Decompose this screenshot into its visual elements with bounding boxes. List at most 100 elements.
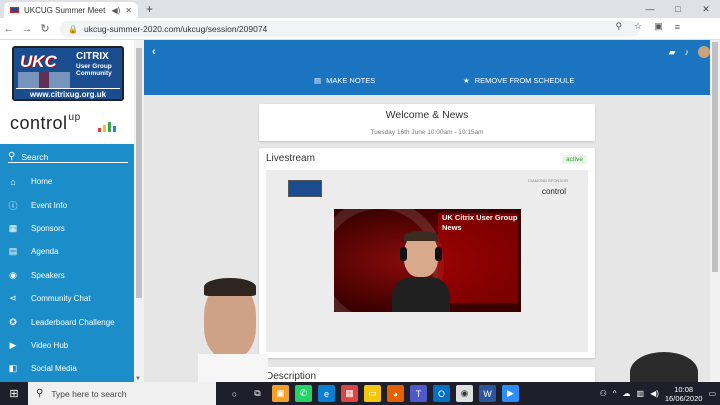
firefox-icon[interactable]: ◕	[387, 385, 404, 402]
description-card: Description	[259, 367, 595, 382]
sidebar-scrollbar-thumb[interactable]	[136, 48, 142, 298]
content-scrollbar-thumb[interactable]	[712, 42, 718, 272]
sidebar-item-social-media[interactable]: ◧ Social Media	[0, 357, 134, 380]
volume-icon[interactable]: ◀)	[650, 389, 659, 398]
livestream-video[interactable]: DIAMOND SPONSOR control UK Citrix User G…	[266, 170, 588, 352]
teams-icon[interactable]: T	[410, 385, 427, 402]
system-tray: ⚇ ^ ☁ ▥ ◀) 10:08 16/06/2020 ▭	[600, 382, 716, 405]
topbar-icons: ▰ ♪	[669, 46, 710, 58]
search-icon: ⚲	[8, 151, 16, 162]
taskbar-search[interactable]: ⚲ Type here to search	[28, 382, 216, 405]
windows-taskbar: ⊞ ⚲ Type here to search ○ ⧉ ▣ ✆ e ▦ ▭ ◕ …	[0, 382, 720, 405]
address-bar[interactable]: 🔒 ukcug-summer-2020.com/ukcug/session/20…	[60, 21, 640, 37]
gift-icon[interactable]: ▦	[341, 385, 358, 402]
video-sponsor-logo: control	[541, 187, 566, 196]
back-arrow-icon[interactable]: ←	[0, 23, 18, 35]
sidebar-item-agenda[interactable]: ▤ Agenda	[0, 240, 134, 263]
taskbar-clock[interactable]: 10:08 16/06/2020	[665, 385, 703, 403]
session-date: Tuesday 16th June 10:00am - 10:15am	[370, 129, 484, 136]
folder-icon[interactable]: ▭	[364, 385, 381, 402]
outlook-icon[interactable]: O	[433, 385, 450, 402]
speaker-icon[interactable]: ◀)	[111, 6, 120, 15]
bell-icon[interactable]: ♪	[685, 47, 690, 57]
make-notes-button[interactable]: ▤ MAKE NOTES	[314, 76, 375, 85]
content-scrollbar[interactable]	[710, 40, 720, 382]
ukcug-logo[interactable]: UKC CITRIX User Group Community www.citr…	[12, 46, 124, 101]
zoom-icon[interactable]: ▶	[502, 385, 519, 402]
note-icon: ▤	[314, 76, 322, 85]
sidebar-item-community-chat[interactable]: ⋖ Community Chat	[0, 287, 134, 310]
presenter-hair	[404, 231, 438, 241]
share-icon: ⋖	[9, 293, 17, 304]
store-icon[interactable]: ▣	[272, 385, 289, 402]
session-header-card: Welcome & News Tuesday 16th June 10:00am…	[259, 104, 595, 141]
address-url[interactable]: ukcug-summer-2020.com/ukcug/session/2090…	[84, 24, 267, 34]
taskbar-search-placeholder[interactable]: Type here to search	[51, 389, 126, 399]
word-icon[interactable]: W	[479, 385, 496, 402]
maximize-button[interactable]: □	[664, 0, 692, 18]
close-window-button[interactable]: ✕	[692, 0, 720, 18]
browser-toolbar: ← → ↻ 🔒 ukcug-summer-2020.com/ukcug/sess…	[0, 18, 720, 53]
tab-favicon-icon	[10, 7, 19, 13]
chat-icon[interactable]: ▰	[669, 47, 676, 58]
status-badge: active	[562, 155, 587, 164]
windows-start-icon[interactable]: ⊞	[0, 387, 28, 400]
extension-icon[interactable]: ▣	[654, 21, 663, 32]
taskbar-apps: ○ ⧉ ▣ ✆ e ▦ ▭ ◕ T O ◉ W ▶	[226, 385, 519, 402]
controlup-bars-icon	[98, 122, 116, 132]
close-tab-icon[interactable]: ✕	[125, 6, 132, 15]
people-icon[interactable]: ⚇	[600, 389, 607, 398]
window-controls: — □ ✕	[636, 0, 720, 18]
sidebar-item-label: Leaderboard Challenge	[31, 317, 115, 327]
sidebar-item-sponsors[interactable]: ▦ Sponsors	[0, 217, 134, 240]
task-view-icon[interactable]: ⧉	[249, 385, 266, 402]
sidebar-search[interactable]: ⚲ Search	[8, 151, 128, 163]
sidebar-item-event-info[interactable]: ⓘ Event Info	[0, 193, 134, 216]
speaker-icon: ◉	[9, 269, 17, 280]
network-icon[interactable]: ▥	[637, 389, 645, 398]
chrome-icon[interactable]: ◉	[456, 385, 473, 402]
controlup-logo[interactable]: controlup	[10, 112, 80, 134]
lock-icon[interactable]: 🔒	[68, 25, 78, 34]
whatsapp-icon[interactable]: ✆	[295, 385, 312, 402]
sidebar-logo-area: UKC CITRIX User Group Community www.citr…	[0, 40, 134, 144]
studio-title: UK Citrix User Group News	[442, 213, 518, 232]
ukcug-logo-subtitle: User Group Community	[76, 63, 112, 77]
edge-icon[interactable]: e	[318, 385, 335, 402]
sidebar-item-home[interactable]: ⌂ Home	[0, 170, 134, 193]
remove-from-schedule-button[interactable]: ★ REMOVE FROM SCHEDULE	[463, 76, 574, 85]
search-label[interactable]: Search	[21, 152, 48, 162]
onedrive-icon[interactable]: ☁	[623, 389, 631, 398]
reload-icon[interactable]: ↻	[36, 22, 54, 35]
minimize-button[interactable]: —	[636, 0, 664, 18]
calendar-icon: ▤	[8, 246, 18, 257]
notifications-icon[interactable]: ▭	[708, 389, 716, 398]
sidebar-item-video-hub[interactable]: ▶ Video Hub	[0, 334, 134, 357]
session-topbar: ‹ ▰ ♪ ▤ MAKE NOTES ★ REMOVE FROM SCHEDUL…	[144, 40, 720, 95]
union-flag-graphic	[18, 72, 70, 89]
media-icon[interactable]: ≡	[675, 22, 680, 32]
star-icon: ★	[463, 76, 470, 85]
home-icon: ⌂	[10, 176, 16, 187]
new-tab-button[interactable]: +	[146, 2, 153, 16]
zoom-icon[interactable]: ⚲	[616, 21, 623, 32]
forward-arrow-icon[interactable]: →	[18, 23, 36, 35]
sidebar-scrollbar[interactable]: ▼	[134, 40, 144, 382]
sidebar-item-leaderboard[interactable]: ✪ Leaderboard Challenge	[0, 310, 134, 333]
clock-time: 10:08	[674, 384, 694, 394]
video-sponsor-caption: DIAMOND SPONSOR	[527, 178, 568, 183]
cortana-icon[interactable]: ○	[226, 385, 243, 402]
browser-tab[interactable]: UKCUG Summer Meeting ◀) ✕	[4, 2, 138, 18]
bookmark-star-icon[interactable]: ☆	[634, 21, 642, 32]
browser-actions: ⚲ ☆ ▣ ≡	[616, 21, 680, 32]
social-icon: ◧	[8, 363, 18, 374]
webcam-person-shirt	[198, 354, 268, 382]
back-chevron-icon[interactable]: ‹	[152, 46, 156, 58]
sidebar-item-speakers[interactable]: ◉ Speakers	[0, 264, 134, 287]
user-avatar[interactable]	[698, 46, 710, 58]
sidebar-item-label: Speakers	[31, 270, 65, 280]
controlup-logo-word: control	[10, 113, 68, 133]
make-notes-label: MAKE NOTES	[326, 76, 376, 85]
tray-chevron-icon[interactable]: ^	[613, 389, 617, 398]
sidebar-item-label: Home	[31, 177, 53, 187]
